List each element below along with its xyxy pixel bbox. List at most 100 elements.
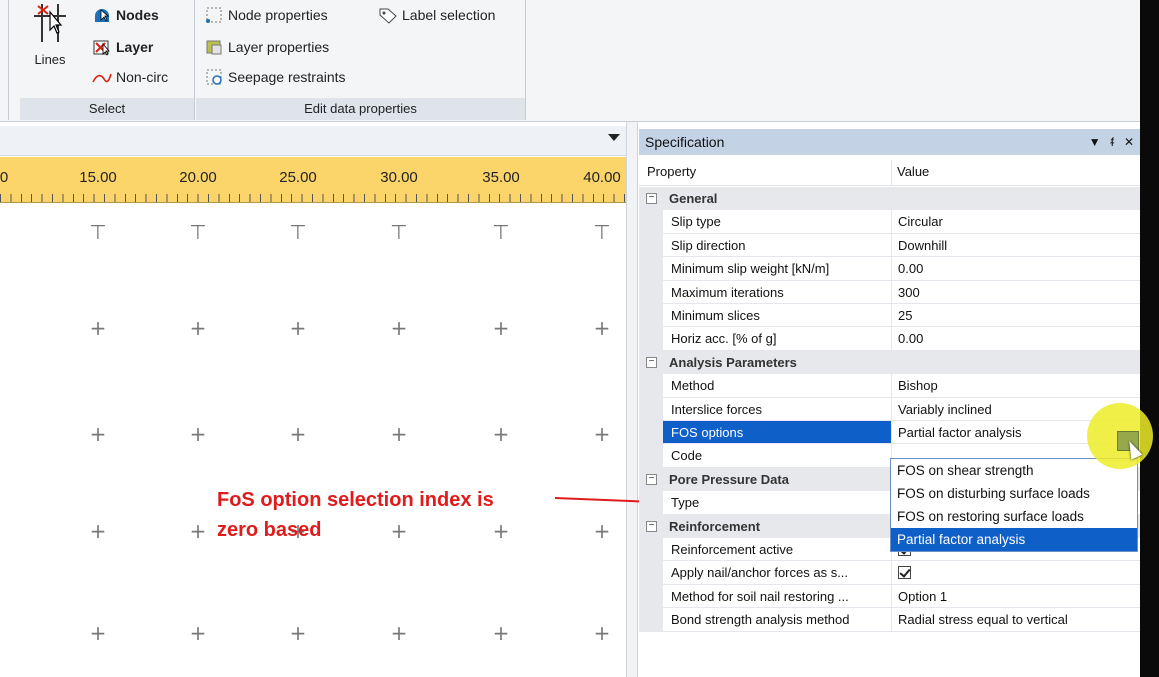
property-name: Method for soil nail restoring ... <box>663 585 891 609</box>
ruler-label: 40.00 <box>583 169 621 186</box>
property-value[interactable]: Downhill <box>891 233 1140 258</box>
lines-select-icon <box>34 4 66 42</box>
layer-properties-button[interactable]: Layer properties <box>204 38 329 56</box>
property-value[interactable]: Bishop <box>891 374 1140 398</box>
fos-options-dropdown-list[interactable]: FOS on shear strength FOS on disturbing … <box>890 458 1138 552</box>
grid-point-marker: + <box>289 422 307 446</box>
property-row-slip-direction[interactable]: Slip direction Downhill <box>639 233 1140 258</box>
document-header <box>0 126 626 156</box>
noncirc-button[interactable]: Non-circ <box>92 68 168 86</box>
layer-icon <box>92 38 112 56</box>
seepage-restraints-button[interactable]: Seepage restraints <box>204 68 346 86</box>
category-analysis-parameters[interactable]: − Analysis Parameters <box>639 350 1140 375</box>
property-name: Bond strength analysis method <box>663 608 891 632</box>
grid-point-marker: ⊤ <box>289 220 307 244</box>
grid-point-marker: + <box>390 422 408 446</box>
dropdown-option-selected[interactable]: Partial factor analysis <box>891 528 1137 551</box>
property-row-max-iterations[interactable]: Maximum iterations 300 <box>639 280 1140 304</box>
layer-properties-icon <box>204 38 224 56</box>
grid-point-marker: + <box>492 422 510 446</box>
grid-point-marker: ⊤ <box>189 220 207 244</box>
property-name: Slip type <box>663 210 891 234</box>
layer-properties-label: Layer properties <box>228 39 330 55</box>
grid-point-marker: + <box>390 519 408 543</box>
checked-checkbox[interactable] <box>898 566 911 580</box>
screen-edge <box>1140 0 1159 677</box>
property-value[interactable]: 300 <box>891 280 1140 304</box>
document-dropdown-arrow-icon[interactable] <box>608 134 620 141</box>
nodes-label: Nodes <box>116 7 159 23</box>
ruler-ticks <box>0 194 626 202</box>
tag-icon <box>378 6 398 24</box>
property-value[interactable]: 0.00 <box>891 327 1140 351</box>
property-value[interactable]: Circular <box>891 210 1140 234</box>
property-row-interslice-forces[interactable]: Interslice forces Variably inclined <box>639 397 1140 421</box>
annotation-line-1: FoS option selection index is <box>217 489 494 511</box>
nodes-icon <box>92 6 112 24</box>
property-name: Code <box>663 444 891 468</box>
edit-data-properties-group: Node properties Label selection Layer pr… <box>196 0 526 120</box>
close-icon[interactable]: ✕ <box>1124 129 1134 155</box>
ruler-label: 30.00 <box>380 169 418 186</box>
property-row-min-slip-weight[interactable]: Minimum slip weight [kN/m] 0.00 <box>639 257 1140 281</box>
grid-point-marker: + <box>189 316 207 340</box>
panel-menu-icon[interactable]: ▼ <box>1089 129 1101 155</box>
category-title: General <box>669 191 718 206</box>
grid-point-marker: + <box>390 621 408 645</box>
grid-point-marker: + <box>492 621 510 645</box>
category-general[interactable]: − General <box>639 187 1140 211</box>
grid-point-marker: + <box>593 422 611 446</box>
grid-point-marker: + <box>89 316 107 340</box>
dropdown-option[interactable]: FOS on restoring surface loads <box>891 505 1137 528</box>
lines-button[interactable]: Lines <box>32 2 68 67</box>
column-header-property: Property <box>647 164 697 179</box>
panel-splitter[interactable] <box>626 122 638 677</box>
pin-icon[interactable]: ᵮ <box>1111 129 1114 155</box>
property-value[interactable] <box>891 561 1140 585</box>
layer-button[interactable]: Layer <box>92 38 153 56</box>
column-header-value: Value <box>897 164 930 179</box>
property-value[interactable]: Option 1 <box>891 584 1140 609</box>
dropdown-option[interactable]: FOS on disturbing surface loads <box>891 482 1137 505</box>
property-row-method[interactable]: Method Bishop <box>639 374 1140 398</box>
property-name: Method <box>663 374 891 398</box>
property-row-apply-nail-anchor[interactable]: Apply nail/anchor forces as s... <box>639 561 1140 585</box>
property-value[interactable]: 0.00 <box>891 257 1140 281</box>
ribbon-separator <box>8 0 9 120</box>
collapse-icon[interactable]: − <box>646 520 657 532</box>
property-grid-header: Property Value <box>639 160 1140 186</box>
property-row-horiz-acc[interactable]: Horiz acc. [% of g] 0.00 <box>639 327 1140 351</box>
grid-point-marker: + <box>593 519 611 543</box>
property-name: Minimum slip weight [kN/m] <box>663 257 891 281</box>
specification-title-bar: Specification ▼ ᵮ ✕ <box>639 129 1140 155</box>
property-row-slip-type[interactable]: Slip type Circular <box>639 210 1140 234</box>
grid-point-marker: + <box>189 519 207 543</box>
grid-point-marker: ⊤ <box>89 220 107 244</box>
label-selection-button[interactable]: Label selection <box>378 6 495 24</box>
property-row-min-slices[interactable]: Minimum slices 25 <box>639 304 1140 328</box>
property-value[interactable]: Radial stress equal to vertical <box>891 608 1140 632</box>
grid-point-marker: + <box>492 519 510 543</box>
noncirc-curve-icon <box>92 68 112 86</box>
seepage-restraints-label: Seepage restraints <box>228 69 346 85</box>
property-row-fos-options[interactable]: FOS options Partial factor analysis <box>639 421 1140 445</box>
select-group: Lines Nodes Layer Non-circ Select <box>20 0 195 120</box>
node-properties-button[interactable]: Node properties <box>204 6 328 24</box>
collapse-icon[interactable]: − <box>646 193 657 204</box>
property-row-bond-strength[interactable]: Bond strength analysis method Radial str… <box>639 608 1140 632</box>
grid-point-marker: + <box>390 316 408 340</box>
grid-point-marker: + <box>289 621 307 645</box>
nodes-button[interactable]: Nodes <box>92 6 159 24</box>
property-name: Reinforcement active <box>663 538 891 562</box>
property-value[interactable]: 25 <box>891 304 1140 328</box>
property-row-soil-nail-method[interactable]: Method for soil nail restoring ... Optio… <box>639 584 1140 609</box>
collapse-icon[interactable]: − <box>646 473 657 485</box>
grid-point-marker: + <box>289 316 307 340</box>
noncirc-label: Non-circ <box>116 69 169 85</box>
ruler-label: 0 <box>0 169 9 186</box>
ruler-label: 25.00 <box>279 169 317 186</box>
ribbon: Lines Nodes Layer Non-circ Select Node p… <box>0 0 1140 122</box>
property-name: Horiz acc. [% of g] <box>663 327 891 351</box>
collapse-icon[interactable]: − <box>646 356 657 368</box>
drawing-canvas[interactable]: ⊤ ⊤ ⊤ ⊤ ⊤ ⊤ + + + + + + + + + + + + + + + + + + + + + + + + <box>0 204 626 677</box>
